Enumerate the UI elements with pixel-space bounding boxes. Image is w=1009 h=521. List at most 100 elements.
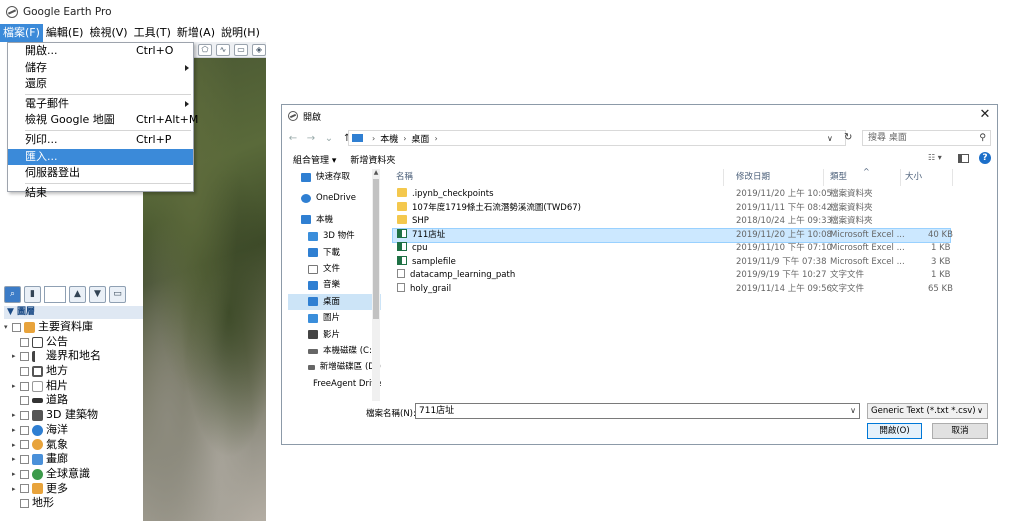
column-divider[interactable] — [723, 169, 724, 186]
layer-item[interactable]: ▸ 相片 — [4, 379, 143, 394]
menu-item-save[interactable]: 儲存 — [8, 60, 193, 77]
menu-add[interactable]: 新增(A) — [174, 24, 218, 42]
layer-item[interactable]: ▸ 邊界和地名 — [4, 349, 143, 364]
expand-icon[interactable]: ▸ — [12, 438, 20, 453]
layer-checkbox[interactable] — [20, 484, 29, 494]
expand-icon[interactable]: ▾ — [4, 320, 12, 335]
open-button[interactable]: 開啟(O) — [867, 423, 922, 439]
layer-item[interactable]: 道路 — [4, 393, 143, 408]
menu-item-server-logout[interactable]: 伺服器登出 — [8, 165, 193, 182]
menu-item-open[interactable]: 開啟... Ctrl+O — [8, 43, 193, 60]
layer-checkbox[interactable] — [20, 499, 29, 509]
file-row[interactable]: samplefile 2019/11/9 下午 07:38 Microsoft … — [393, 255, 951, 269]
file-row[interactable]: SHP 2018/10/24 上午 09:33 檔案資料夾 — [393, 215, 950, 228]
refresh-icon[interactable]: ↻ — [844, 132, 852, 143]
breadcrumb-item-this-pc[interactable]: 本機 — [380, 132, 398, 145]
move-up-icon[interactable]: ▲ — [69, 286, 86, 303]
expand-icon[interactable]: ▸ — [12, 452, 20, 467]
expand-icon[interactable]: ▸ — [12, 408, 20, 423]
layer-checkbox[interactable] — [20, 410, 29, 420]
nav-scrollbar[interactable]: ▲ — [372, 169, 380, 401]
column-header-name[interactable]: 名稱 — [396, 169, 413, 186]
layers-header[interactable]: ▼ 圖層 — [4, 306, 143, 319]
menu-edit[interactable]: 編輯(E) — [43, 24, 87, 42]
layer-checkbox[interactable] — [20, 455, 29, 465]
column-divider[interactable] — [900, 169, 901, 186]
layer-item[interactable]: ▸ 氣象 — [4, 438, 143, 453]
nav-item-drive-c[interactable]: 本機磁碟 (C:) — [288, 343, 381, 359]
organize-button[interactable]: 組合管理 ▾ — [293, 153, 336, 166]
cancel-button[interactable]: 取消 — [932, 423, 988, 439]
layer-item[interactable]: ▸ 全球意識 — [4, 467, 143, 482]
move-down-icon[interactable]: ▼ — [89, 286, 106, 303]
nav-item-documents[interactable]: 文件 — [288, 261, 381, 277]
chevron-down-icon[interactable]: ∨ — [977, 404, 983, 418]
layer-checkbox[interactable] — [20, 381, 29, 391]
help-icon[interactable]: ? — [979, 152, 991, 164]
path-tool-icon[interactable]: ∿ — [216, 43, 230, 56]
file-type-select[interactable]: Generic Text (*.txt *.csv) ∨ — [867, 403, 988, 419]
column-divider[interactable] — [952, 169, 953, 186]
new-folder-button[interactable]: 新增資料夾 — [350, 153, 395, 166]
view-options-icon[interactable]: ☷ ▾ — [928, 153, 948, 164]
nav-item-this-pc[interactable]: 本機 — [288, 212, 381, 228]
expand-icon[interactable]: ▸ — [12, 467, 20, 482]
back-arrow-icon[interactable]: ← — [286, 133, 300, 144]
scroll-up-icon[interactable]: ▲ — [372, 169, 380, 176]
menu-item-import[interactable]: 匯入... — [8, 148, 193, 166]
column-header-size[interactable]: 大小 — [905, 169, 922, 186]
preview-pane-icon[interactable] — [958, 153, 969, 163]
expand-icon[interactable]: ▸ — [12, 482, 20, 497]
menu-file[interactable]: 檔案(F) — [0, 24, 43, 42]
scrollbar-thumb[interactable] — [373, 179, 379, 319]
breadcrumb[interactable]: › 本機 › 桌面 › — [348, 130, 846, 146]
column-divider[interactable] — [823, 169, 824, 186]
layer-item[interactable]: 地方 — [4, 364, 143, 379]
overlay-tool-icon[interactable]: ▭ — [234, 43, 248, 56]
tour-tool-icon[interactable]: ◈ — [252, 43, 266, 56]
file-row[interactable]: cpu 2019/11/10 下午 07:10 Microsoft Excel … — [393, 242, 951, 255]
close-icon[interactable]: ✕ — [977, 107, 993, 123]
layer-checkbox[interactable] — [20, 440, 29, 450]
file-row[interactable]: holy_grail 2019/11/14 上午 09:56 文字文件 65 K… — [393, 282, 953, 296]
layer-checkbox[interactable] — [20, 337, 29, 347]
filename-input[interactable]: 711店址 ∨ — [415, 403, 860, 419]
column-header-date[interactable]: 修改日期 — [736, 169, 770, 186]
layer-checkbox[interactable] — [20, 366, 29, 376]
nav-item-pictures[interactable]: 圖片 — [288, 310, 381, 326]
address-dropdown-icon[interactable]: ∨ — [827, 134, 833, 143]
nav-item-3d-objects[interactable]: 3D 物件 — [288, 228, 381, 244]
search-panel-icon[interactable]: ⌕ — [4, 286, 21, 303]
layer-checkbox[interactable] — [20, 396, 29, 406]
expand-icon[interactable]: ▸ — [12, 349, 20, 364]
file-row[interactable]: 107年度1719條土石流潛勢溪流圖(TWD67) 2019/11/11 下午 … — [393, 201, 950, 215]
nav-item-quick-access[interactable]: 快速存取 — [288, 169, 381, 185]
layer-checkbox[interactable] — [20, 352, 29, 362]
expand-icon[interactable]: ▸ — [12, 379, 20, 394]
menu-item-revert[interactable]: 還原 — [8, 76, 193, 93]
layer-item[interactable]: ▸ 3D 建築物 — [4, 408, 143, 423]
file-row-selected[interactable]: 711店址 2019/11/20 上午 10:08 Microsoft Exce… — [392, 227, 953, 243]
layer-checkbox[interactable] — [12, 322, 21, 332]
menu-item-view-google-maps[interactable]: 檢視 Google 地圖 Ctrl+Alt+M — [8, 112, 198, 129]
nav-item-onedrive[interactable]: OneDrive — [288, 190, 381, 206]
layer-item[interactable]: ▸ 畫廊 — [4, 452, 143, 467]
sidebar-toggle-icon[interactable]: ▮ — [24, 286, 41, 303]
file-row[interactable]: datacamp_learning_path 2019/9/19 下午 10:2… — [393, 269, 951, 282]
nav-item-desktop[interactable]: 桌面 — [288, 293, 381, 311]
nav-item-videos[interactable]: 影片 — [288, 327, 381, 343]
nav-item-music[interactable]: 音樂 — [288, 277, 381, 293]
file-row[interactable]: .ipynb_checkpoints 2019/11/20 上午 10:05 檔… — [393, 188, 950, 201]
chevron-down-icon[interactable]: ∨ — [850, 404, 856, 418]
layer-search-field[interactable] — [44, 286, 66, 303]
recent-chevron-icon[interactable]: ⌄ — [322, 133, 336, 144]
layer-item[interactable]: ▸ 海洋 — [4, 423, 143, 438]
layer-item[interactable]: ▾ 主要資料庫 — [4, 320, 143, 335]
column-header-type[interactable]: 類型 — [830, 169, 847, 186]
layer-checkbox[interactable] — [20, 425, 29, 435]
menu-help[interactable]: 說明(H) — [218, 24, 263, 42]
search-input[interactable]: 搜尋 桌面 ⚲ — [862, 130, 991, 146]
menu-item-email[interactable]: 電子郵件 — [8, 96, 193, 113]
menu-view[interactable]: 檢視(V) — [86, 24, 130, 42]
nav-item-downloads[interactable]: 下載 — [288, 245, 381, 261]
